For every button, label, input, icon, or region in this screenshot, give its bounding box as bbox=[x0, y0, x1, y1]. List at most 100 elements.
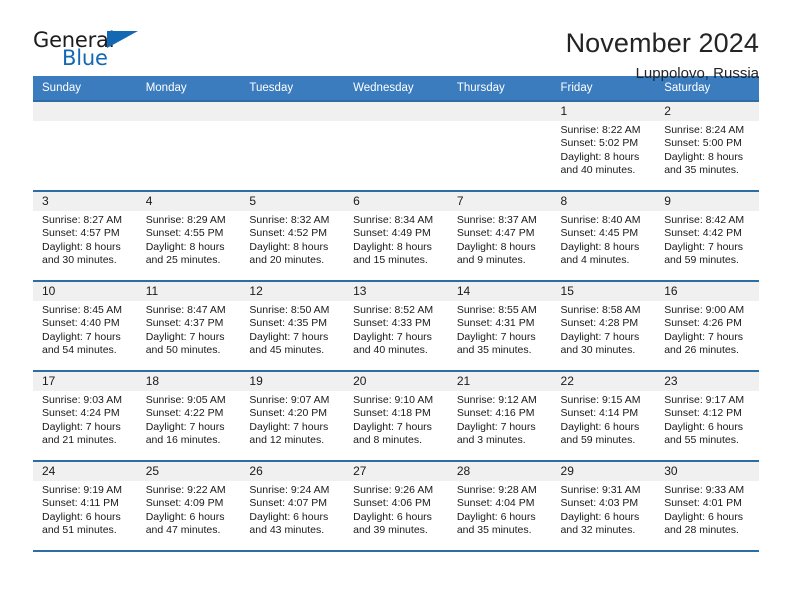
sunset-text: Sunset: 4:06 PM bbox=[353, 497, 431, 510]
day-number: 4 bbox=[136, 192, 241, 211]
day-cell[interactable]: 13 Sunrise: 8:52 AM Sunset: 4:33 PM Dayl… bbox=[344, 280, 448, 371]
day-cell[interactable]: 2 Sunrise: 8:24 AM Sunset: 5:00 PM Dayli… bbox=[655, 100, 759, 191]
sunrise-text: Sunrise: 9:12 AM bbox=[456, 394, 537, 406]
day-info: Sunrise: 8:34 AM Sunset: 4:49 PM Dayligh… bbox=[344, 211, 448, 268]
calendar-week-row: 10 Sunrise: 8:45 AM Sunset: 4:40 PM Dayl… bbox=[33, 280, 759, 371]
day-cell[interactable]: 26 Sunrise: 9:24 AM Sunset: 4:07 PM Dayl… bbox=[240, 460, 345, 552]
day-cell[interactable]: 22 Sunrise: 9:15 AM Sunset: 4:14 PM Dayl… bbox=[551, 370, 656, 461]
day-number: 3 bbox=[33, 192, 137, 211]
day-cell[interactable]: 30 Sunrise: 9:33 AM Sunset: 4:01 PM Dayl… bbox=[655, 460, 759, 552]
sunrise-text: Sunrise: 9:31 AM bbox=[560, 484, 641, 496]
day-cell[interactable]: 27 Sunrise: 9:26 AM Sunset: 4:06 PM Dayl… bbox=[344, 460, 448, 552]
day-number bbox=[240, 102, 345, 121]
day-cell[interactable]: 18 Sunrise: 9:05 AM Sunset: 4:22 PM Dayl… bbox=[136, 370, 241, 461]
day-info: Sunrise: 8:22 AM Sunset: 5:02 PM Dayligh… bbox=[552, 121, 656, 178]
day-info: Sunrise: 9:33 AM Sunset: 4:01 PM Dayligh… bbox=[655, 481, 759, 538]
day-cell[interactable]: 25 Sunrise: 9:22 AM Sunset: 4:09 PM Dayl… bbox=[136, 460, 241, 552]
sunrise-text: Sunrise: 8:40 AM bbox=[560, 214, 641, 226]
day-cell[interactable] bbox=[33, 100, 137, 191]
general-blue-logo[interactable]: General Blue bbox=[33, 28, 153, 76]
daylight-text-line2: and 30 minutes. bbox=[42, 254, 117, 267]
daylight-text-line2: and 40 minutes. bbox=[353, 344, 428, 357]
sunset-text: Sunset: 4:20 PM bbox=[249, 407, 328, 420]
day-cell[interactable]: 20 Sunrise: 9:10 AM Sunset: 4:18 PM Dayl… bbox=[344, 370, 448, 461]
weekday-header-thursday: Thursday bbox=[447, 76, 552, 101]
day-cell[interactable]: 3 Sunrise: 8:27 AM Sunset: 4:57 PM Dayli… bbox=[33, 190, 137, 281]
daylight-text-line1: Daylight: 6 hours bbox=[664, 510, 744, 523]
day-info: Sunrise: 9:07 AM Sunset: 4:20 PM Dayligh… bbox=[240, 391, 344, 448]
day-cell[interactable]: 6 Sunrise: 8:34 AM Sunset: 4:49 PM Dayli… bbox=[344, 190, 448, 281]
day-cell[interactable]: 9 Sunrise: 8:42 AM Sunset: 4:42 PM Dayli… bbox=[655, 190, 759, 281]
day-info: Sunrise: 8:42 AM Sunset: 4:42 PM Dayligh… bbox=[655, 211, 759, 268]
daylight-text-line1: Daylight: 8 hours bbox=[353, 240, 432, 253]
day-cell[interactable]: 23 Sunrise: 9:17 AM Sunset: 4:12 PM Dayl… bbox=[655, 370, 759, 461]
day-cell[interactable]: 21 Sunrise: 9:12 AM Sunset: 4:16 PM Dayl… bbox=[447, 370, 552, 461]
calendar-week-row: 1 Sunrise: 8:22 AM Sunset: 5:02 PM Dayli… bbox=[33, 100, 759, 191]
day-cell[interactable]: 17 Sunrise: 9:03 AM Sunset: 4:24 PM Dayl… bbox=[33, 370, 137, 461]
day-number: 26 bbox=[240, 462, 345, 481]
day-number: 9 bbox=[655, 192, 759, 211]
day-cell[interactable]: 24 Sunrise: 9:19 AM Sunset: 4:11 PM Dayl… bbox=[33, 460, 137, 552]
day-cell[interactable]: 15 Sunrise: 8:58 AM Sunset: 4:28 PM Dayl… bbox=[551, 280, 656, 371]
daylight-text-line2: and 54 minutes. bbox=[42, 344, 117, 357]
logo-text-blue: Blue bbox=[62, 46, 108, 70]
day-info: Sunrise: 8:32 AM Sunset: 4:52 PM Dayligh… bbox=[240, 211, 344, 268]
day-number: 2 bbox=[655, 102, 759, 121]
daylight-text-line2: and 35 minutes. bbox=[456, 524, 532, 537]
calendar-week-row: 24 Sunrise: 9:19 AM Sunset: 4:11 PM Dayl… bbox=[33, 460, 759, 552]
sunrise-text: Sunrise: 9:07 AM bbox=[249, 394, 330, 406]
day-number: 15 bbox=[551, 282, 656, 301]
daylight-text-line1: Daylight: 6 hours bbox=[249, 510, 329, 523]
daylight-text-line1: Daylight: 6 hours bbox=[145, 510, 225, 523]
daylight-text-line2: and 25 minutes. bbox=[145, 254, 221, 267]
day-number: 18 bbox=[136, 372, 241, 391]
daylight-text-line1: Daylight: 7 hours bbox=[560, 330, 640, 343]
day-cell[interactable] bbox=[240, 100, 345, 191]
day-cell[interactable]: 29 Sunrise: 9:31 AM Sunset: 4:03 PM Dayl… bbox=[551, 460, 656, 552]
sunrise-text: Sunrise: 9:00 AM bbox=[664, 304, 745, 316]
day-cell[interactable] bbox=[447, 100, 552, 191]
day-info: Sunrise: 9:00 AM Sunset: 4:26 PM Dayligh… bbox=[655, 301, 759, 358]
daylight-text-line1: Daylight: 6 hours bbox=[664, 420, 744, 433]
sunset-text: Sunset: 4:49 PM bbox=[353, 227, 431, 240]
daylight-text-line2: and 35 minutes. bbox=[456, 344, 532, 357]
day-cell[interactable]: 5 Sunrise: 8:32 AM Sunset: 4:52 PM Dayli… bbox=[240, 190, 345, 281]
day-cell[interactable]: 7 Sunrise: 8:37 AM Sunset: 4:47 PM Dayli… bbox=[447, 190, 552, 281]
day-info: Sunrise: 8:45 AM Sunset: 4:40 PM Dayligh… bbox=[33, 301, 137, 358]
daylight-text-line2: and 55 minutes. bbox=[664, 434, 739, 447]
daylight-text-line2: and 8 minutes. bbox=[353, 434, 422, 447]
day-cell[interactable]: 14 Sunrise: 8:55 AM Sunset: 4:31 PM Dayl… bbox=[447, 280, 552, 371]
day-cell[interactable]: 8 Sunrise: 8:40 AM Sunset: 4:45 PM Dayli… bbox=[551, 190, 656, 281]
day-cell[interactable]: 12 Sunrise: 8:50 AM Sunset: 4:35 PM Dayl… bbox=[240, 280, 345, 371]
sunset-text: Sunset: 4:07 PM bbox=[249, 497, 328, 510]
day-cell[interactable]: 1 Sunrise: 8:22 AM Sunset: 5:02 PM Dayli… bbox=[551, 100, 656, 191]
day-cell[interactable]: 11 Sunrise: 8:47 AM Sunset: 4:37 PM Dayl… bbox=[136, 280, 241, 371]
calendar-body: 1 Sunrise: 8:22 AM Sunset: 5:02 PM Dayli… bbox=[33, 100, 759, 552]
daylight-text-line2: and 26 minutes. bbox=[664, 344, 739, 357]
day-info: Sunrise: 9:28 AM Sunset: 4:04 PM Dayligh… bbox=[448, 481, 552, 538]
sunset-text: Sunset: 4:24 PM bbox=[42, 407, 120, 420]
sunrise-text: Sunrise: 9:15 AM bbox=[560, 394, 641, 406]
sunrise-text: Sunrise: 9:19 AM bbox=[42, 484, 122, 496]
day-info: Sunrise: 9:22 AM Sunset: 4:09 PM Dayligh… bbox=[137, 481, 241, 538]
daylight-text-line2: and 59 minutes. bbox=[664, 254, 739, 267]
day-info: Sunrise: 9:15 AM Sunset: 4:14 PM Dayligh… bbox=[552, 391, 656, 448]
daylight-text-line2: and 30 minutes. bbox=[560, 344, 636, 357]
daylight-text-line2: and 59 minutes. bbox=[560, 434, 636, 447]
daylight-text-line1: Daylight: 7 hours bbox=[249, 420, 329, 433]
day-cell[interactable]: 4 Sunrise: 8:29 AM Sunset: 4:55 PM Dayli… bbox=[136, 190, 241, 281]
daylight-text-line1: Daylight: 8 hours bbox=[249, 240, 329, 253]
day-number: 19 bbox=[240, 372, 345, 391]
day-cell[interactable] bbox=[136, 100, 241, 191]
day-info bbox=[448, 121, 552, 124]
sunrise-text: Sunrise: 8:50 AM bbox=[249, 304, 330, 316]
day-cell[interactable] bbox=[344, 100, 448, 191]
day-cell[interactable]: 16 Sunrise: 9:00 AM Sunset: 4:26 PM Dayl… bbox=[655, 280, 759, 371]
day-cell[interactable]: 10 Sunrise: 8:45 AM Sunset: 4:40 PM Dayl… bbox=[33, 280, 137, 371]
day-cell[interactable]: 19 Sunrise: 9:07 AM Sunset: 4:20 PM Dayl… bbox=[240, 370, 345, 461]
day-info: Sunrise: 9:17 AM Sunset: 4:12 PM Dayligh… bbox=[655, 391, 759, 448]
day-number: 8 bbox=[551, 192, 656, 211]
calendar-week-row: 17 Sunrise: 9:03 AM Sunset: 4:24 PM Dayl… bbox=[33, 370, 759, 461]
day-cell[interactable]: 28 Sunrise: 9:28 AM Sunset: 4:04 PM Dayl… bbox=[447, 460, 552, 552]
sunrise-text: Sunrise: 8:29 AM bbox=[145, 214, 226, 226]
